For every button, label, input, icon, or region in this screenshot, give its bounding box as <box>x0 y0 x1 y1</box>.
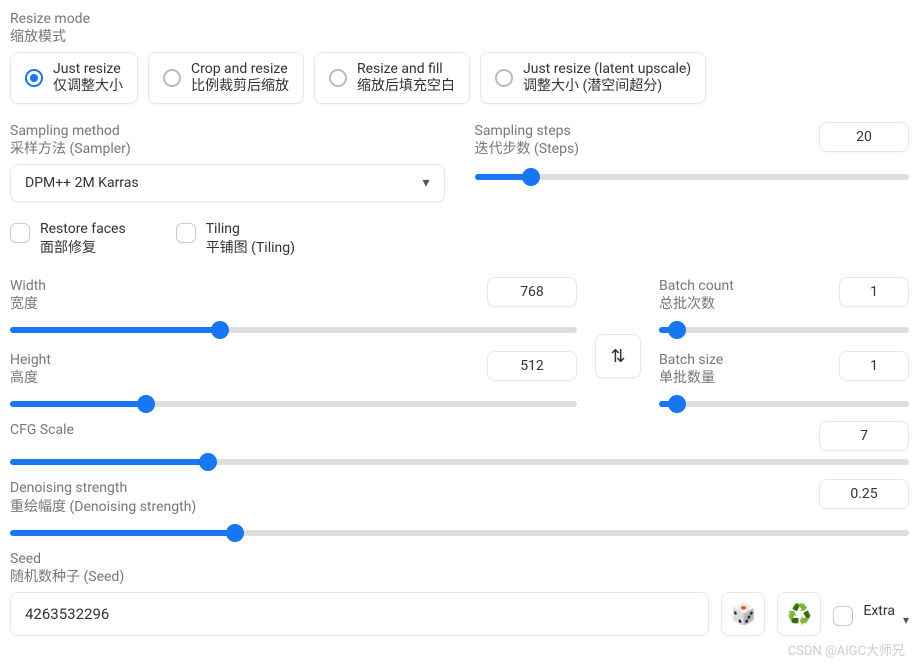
cfg-scale-value[interactable]: 7 <box>819 421 909 451</box>
swap-dimensions-button[interactable]: ⇅ <box>595 334 641 378</box>
extra-checkbox[interactable]: Extra <box>833 603 895 626</box>
recycle-icon: ♻️ <box>787 602 812 626</box>
denoising-value[interactable]: 0.25 <box>819 479 909 509</box>
seed-label: Seed 随机数种子 (Seed) <box>10 550 909 586</box>
height-slider[interactable] <box>10 401 577 407</box>
radio-icon <box>329 69 347 87</box>
resize-option-crop-and-resize[interactable]: Crop and resize 比例裁剪后缩放 <box>148 52 304 104</box>
sampling-steps-slider[interactable] <box>475 174 910 180</box>
random-seed-button[interactable]: 🎲 <box>721 592 765 636</box>
checkbox-icon <box>10 223 30 243</box>
denoising-label: Denoising strength 重绘幅度 (Denoising stren… <box>10 479 196 515</box>
batch-size-value[interactable]: 1 <box>839 351 909 381</box>
checkbox-icon <box>833 606 853 626</box>
restore-faces-checkbox[interactable]: Restore faces 面部修复 <box>10 220 126 256</box>
height-label: Height 高度 <box>10 351 51 387</box>
sampling-steps-label: Sampling steps 迭代步数 (Steps) <box>475 122 580 158</box>
tiling-checkbox[interactable]: Tiling 平铺图 (Tiling) <box>176 220 295 256</box>
resize-option-resize-and-fill[interactable]: Resize and fill 缩放后填充空白 <box>314 52 470 104</box>
denoising-slider[interactable] <box>10 530 909 536</box>
chevron-down-icon: ▾ <box>903 613 909 627</box>
resize-mode-label: Resize mode 缩放模式 <box>10 10 909 46</box>
dice-icon: 🎲 <box>731 602 756 626</box>
resize-option-latent-upscale[interactable]: Just resize (latent upscale) 调整大小 (潜空间超分… <box>480 52 706 104</box>
resize-mode-options: Just resize 仅调整大小 Crop and resize 比例裁剪后缩… <box>10 52 909 104</box>
swap-icon: ⇅ <box>610 346 625 367</box>
width-label: Width 宽度 <box>10 277 46 313</box>
watermark: CSDN @AIGC大师兄 <box>10 640 909 659</box>
width-slider[interactable] <box>10 327 577 333</box>
checkbox-icon <box>176 223 196 243</box>
width-value[interactable]: 768 <box>487 277 577 307</box>
cfg-scale-slider[interactable] <box>10 459 909 465</box>
chevron-down-icon: ▾ <box>422 175 429 191</box>
batch-count-label: Batch count 总批次数 <box>659 277 734 313</box>
extra-label: Extra <box>863 603 895 619</box>
radio-icon <box>495 69 513 87</box>
sampling-method-value: DPM++ 2M Karras <box>25 175 139 191</box>
batch-count-value[interactable]: 1 <box>839 277 909 307</box>
resize-option-just-resize[interactable]: Just resize 仅调整大小 <box>10 52 138 104</box>
reuse-seed-button[interactable]: ♻️ <box>777 592 821 636</box>
radio-icon <box>163 69 181 87</box>
sampling-steps-value[interactable]: 20 <box>819 122 909 152</box>
height-value[interactable]: 512 <box>487 351 577 381</box>
batch-count-slider[interactable] <box>659 327 909 333</box>
sampling-method-select[interactable]: DPM++ 2M Karras ▾ <box>10 164 445 202</box>
sampling-method-label: Sampling method 采样方法 (Sampler) <box>10 122 445 158</box>
batch-size-label: Batch size 单批数量 <box>659 351 723 387</box>
batch-size-slider[interactable] <box>659 401 909 407</box>
radio-icon <box>25 69 43 87</box>
cfg-scale-label: CFG Scale <box>10 421 74 439</box>
seed-input[interactable]: 4263532296 <box>10 592 709 636</box>
